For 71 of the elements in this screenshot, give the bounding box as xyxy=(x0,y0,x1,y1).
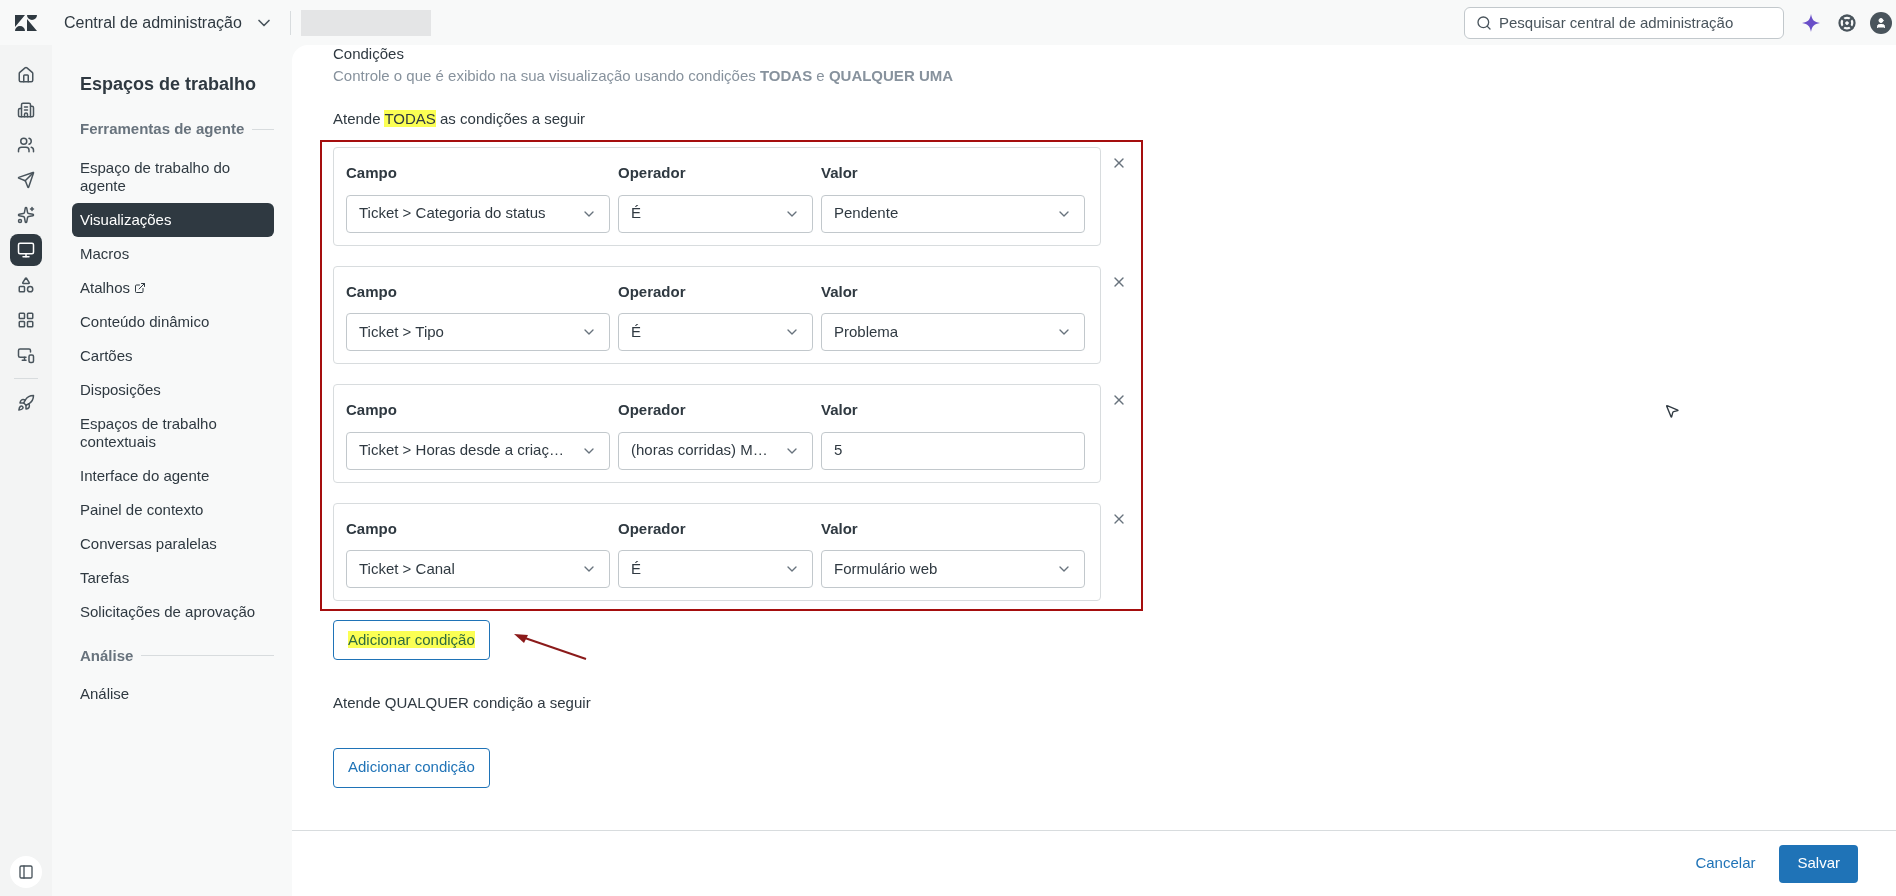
add-condition-button[interactable]: Adicionar condição xyxy=(333,747,490,788)
section-description: Controle o que é exibido na sua visualização usando condições TODAS e QUALQUER UMA xyxy=(333,66,955,86)
grid-icon xyxy=(17,310,35,329)
sidebar-item[interactable]: Macros xyxy=(72,236,274,271)
dropdown[interactable]: Problema xyxy=(821,313,1085,351)
dropdown[interactable]: Ticket > Horas desde a criaç… xyxy=(346,431,610,470)
field-label: Valor xyxy=(821,163,859,183)
dropdown[interactable]: É xyxy=(618,550,813,588)
sparkle-icon[interactable] xyxy=(1802,13,1820,32)
field-label: Operador xyxy=(618,281,687,302)
sidebar-item[interactable]: Disposições xyxy=(72,372,274,407)
sidebar-item[interactable]: Visualizações xyxy=(72,202,274,237)
group-label: Atende QUALQUER condição a seguir xyxy=(333,693,592,713)
sidebar-item[interactable]: Painel de contexto xyxy=(72,492,274,527)
sidebar-item[interactable]: Análise xyxy=(72,677,274,711)
field-label: Campo xyxy=(346,400,398,420)
field-label: Campo xyxy=(346,518,398,539)
devices-icon xyxy=(17,345,35,364)
sidebar-title: Espaços de trabalho xyxy=(79,73,258,96)
search-field[interactable]: Pesquisar central de administração xyxy=(1464,6,1784,39)
sidebar-item[interactable]: Conversas paralelas xyxy=(72,526,274,561)
sidebar-item[interactable]: Conteúdo dinâmico xyxy=(72,304,274,339)
sidebar-item[interactable]: Atalhos xyxy=(72,270,274,305)
app-switcher[interactable]: Central de administração xyxy=(64,10,274,35)
sidebar-item[interactable]: Solicitações de aprovação xyxy=(72,594,274,629)
sparkles-icon xyxy=(17,205,35,224)
home-icon xyxy=(17,65,35,84)
section-heading: Análise xyxy=(80,645,134,666)
field-label: Operador xyxy=(618,518,687,539)
field-label: Operador xyxy=(618,163,687,183)
field-label: Valor xyxy=(821,400,859,420)
add-condition-button[interactable]: Adicionar condição xyxy=(333,620,490,660)
monitor-icon xyxy=(17,240,35,259)
logo-icon[interactable] xyxy=(15,14,37,31)
section-title: Condições xyxy=(333,45,405,63)
dropdown[interactable]: É xyxy=(618,313,813,351)
dropdown[interactable]: Ticket > Tipo xyxy=(346,313,610,351)
sidebar-item[interactable]: Cartões xyxy=(72,338,274,373)
dropdown[interactable]: Ticket > Categoria do status xyxy=(346,194,610,233)
help-icon[interactable] xyxy=(1838,13,1856,32)
mouse-pointer-icon xyxy=(1664,403,1680,419)
nav-rail-button[interactable] xyxy=(10,233,42,266)
dropdown[interactable]: Formulário web xyxy=(821,550,1085,588)
panel-icon xyxy=(18,864,34,880)
dropdown[interactable]: Pendente xyxy=(821,194,1085,233)
cancel-button[interactable]: Cancelar xyxy=(1683,844,1768,883)
sidebar-item[interactable]: Espaços de trabalho contextuais xyxy=(72,406,274,459)
field-label: Campo xyxy=(346,163,398,183)
search-icon xyxy=(1476,14,1492,31)
field-label: Campo xyxy=(346,281,398,302)
field-label: Valor xyxy=(821,518,859,539)
field-label: Valor xyxy=(821,281,859,302)
section-heading: Ferramentas de agente xyxy=(80,119,245,139)
people-icon xyxy=(17,135,35,154)
save-button[interactable]: Salvar xyxy=(1779,844,1858,883)
building-icon xyxy=(17,100,35,119)
avatar[interactable] xyxy=(1870,11,1892,34)
dropdown[interactable]: Ticket > Canal xyxy=(346,550,610,588)
shapes-icon xyxy=(17,275,35,294)
sidebar-toggle[interactable] xyxy=(10,856,42,888)
input-field[interactable]: 5 xyxy=(821,431,1085,470)
send-icon xyxy=(17,170,35,189)
group-label: Atende TODAS as condições a seguir xyxy=(333,108,587,129)
rocket-icon xyxy=(17,393,35,412)
dropdown[interactable]: É xyxy=(618,194,813,233)
user-icon xyxy=(1875,16,1887,29)
dropdown[interactable]: (horas corridas) M… xyxy=(618,431,813,470)
sidebar-item[interactable]: Interface do agente xyxy=(72,458,274,493)
sidebar-item[interactable]: Espaço de trabalho do agente xyxy=(72,150,274,203)
sidebar-item[interactable]: Tarefas xyxy=(72,560,274,595)
field-label: Operador xyxy=(618,400,687,420)
